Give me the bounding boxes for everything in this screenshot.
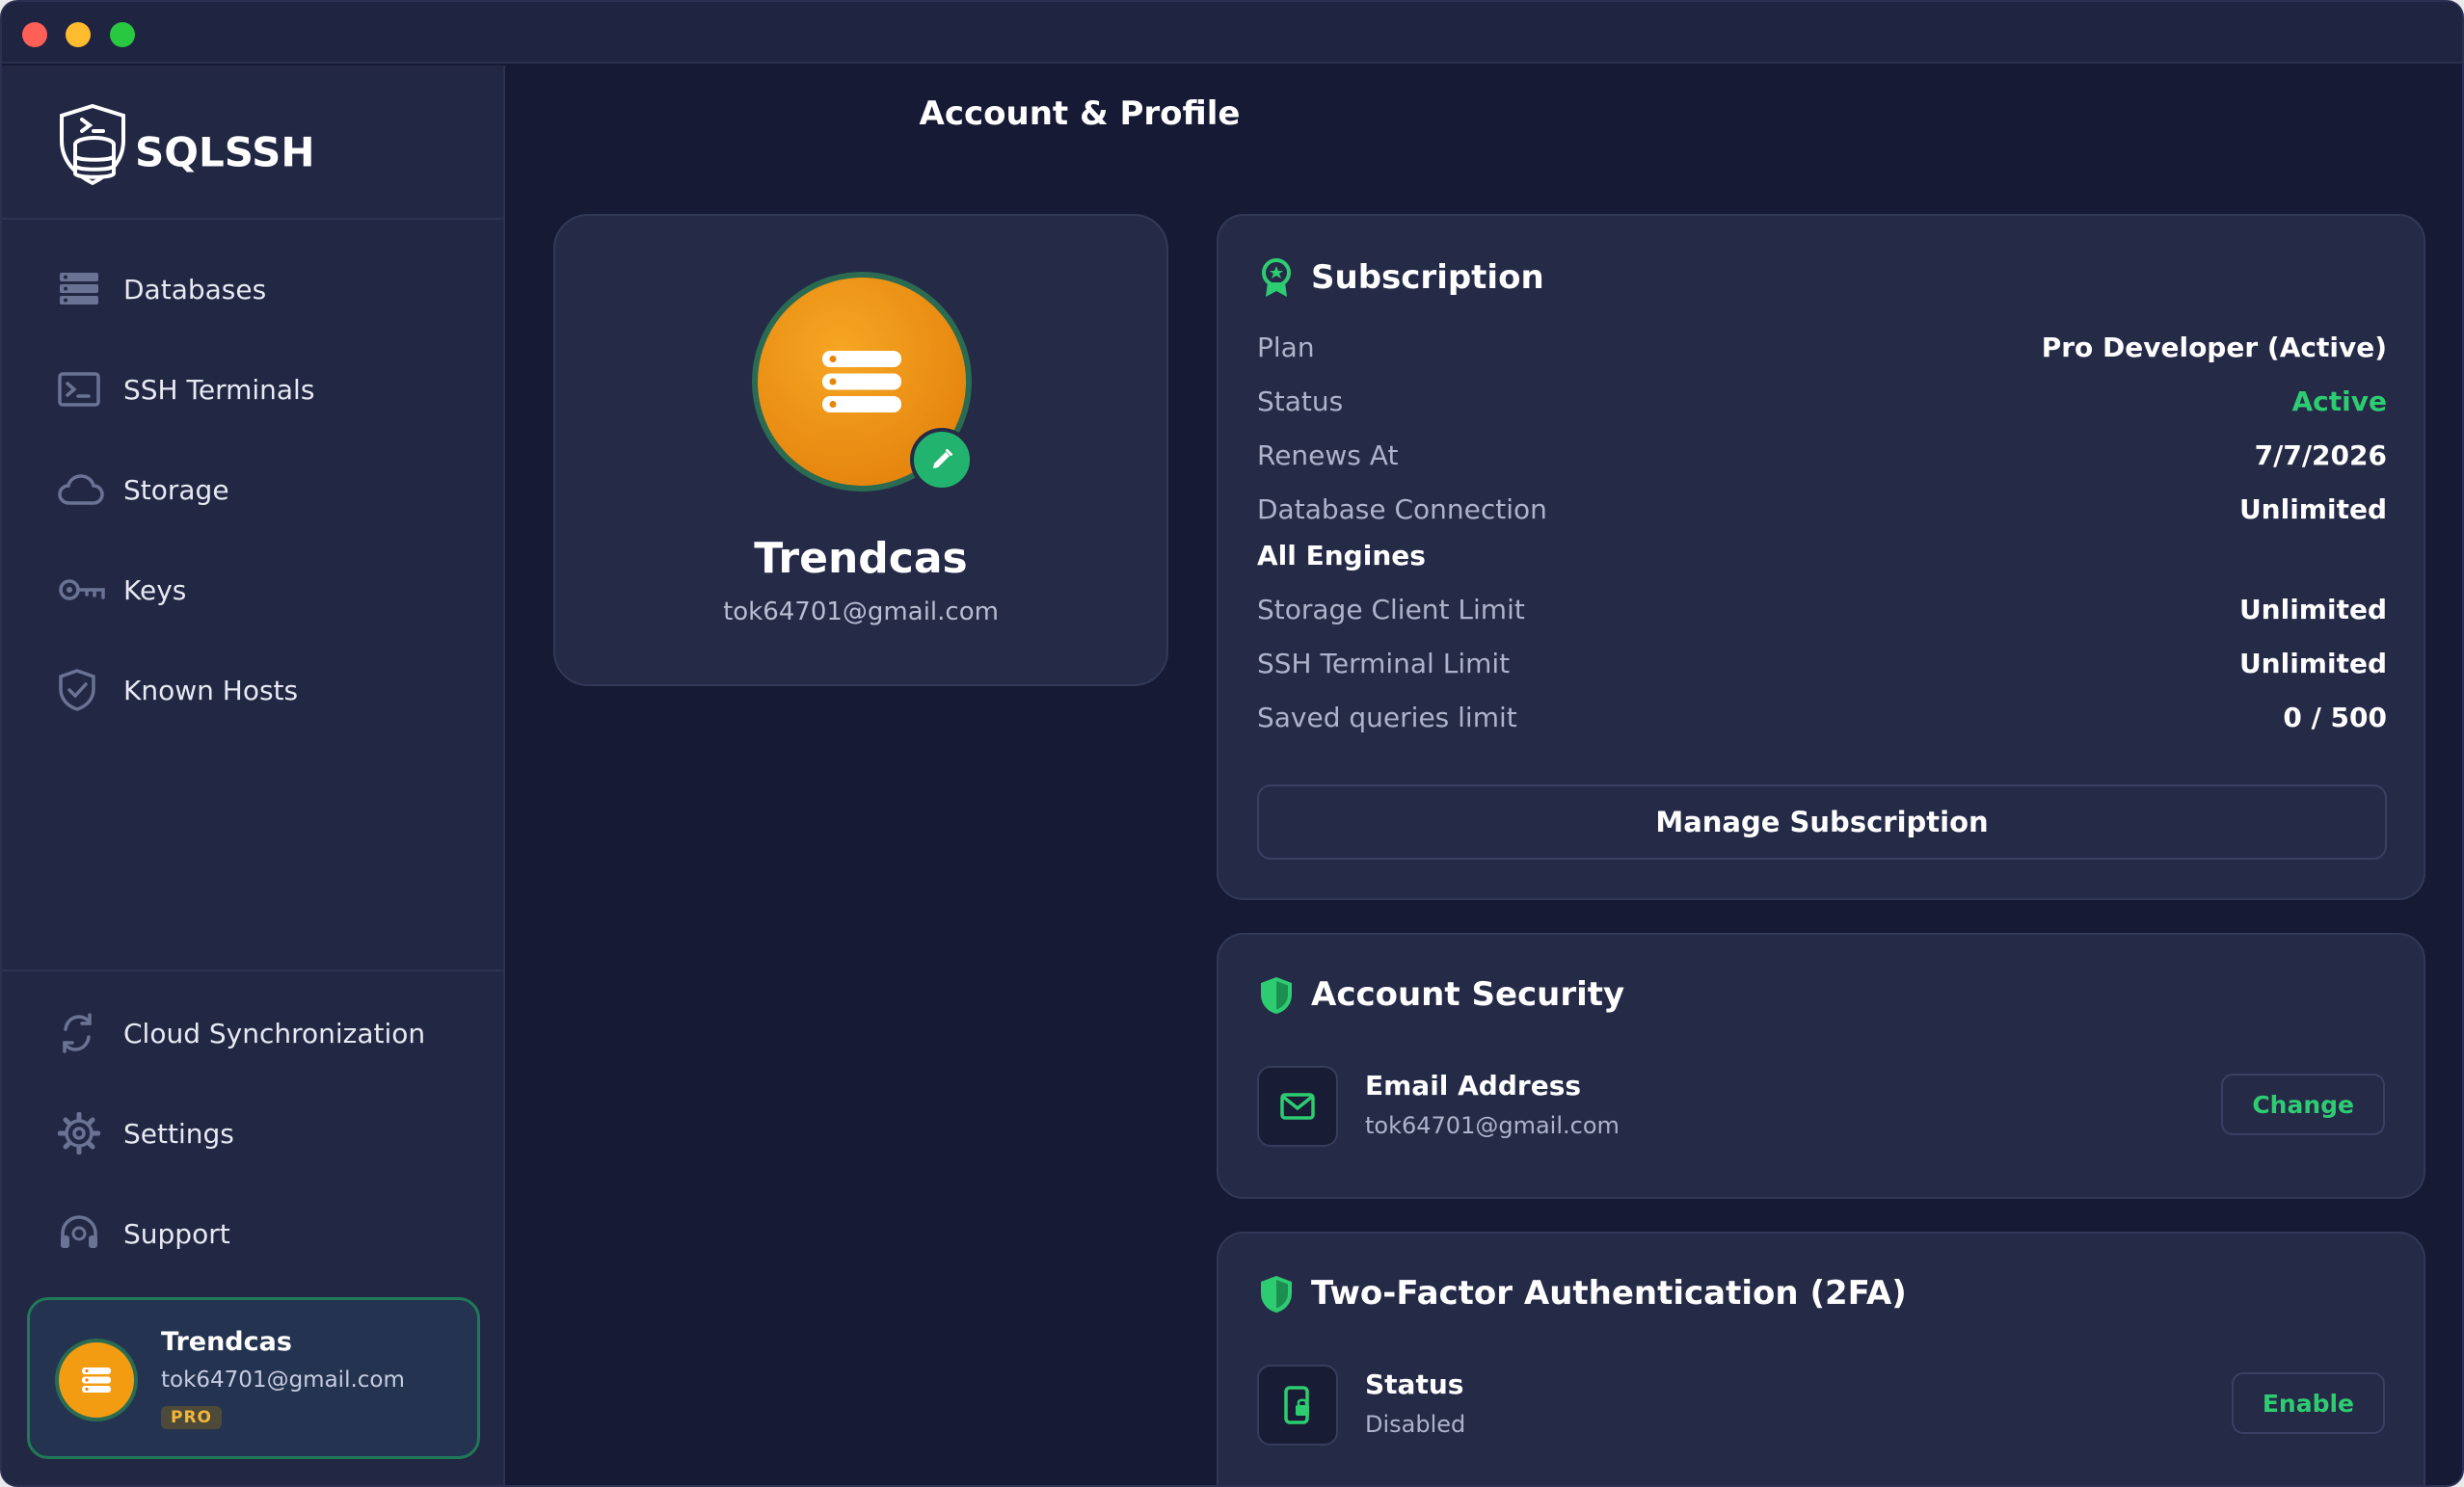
shield-icon bbox=[1261, 1276, 1292, 1313]
email-address-value: tok64701@gmail.com bbox=[1365, 1112, 1620, 1139]
row-key: Saved queries limit bbox=[1257, 702, 1517, 733]
sidebar-item-label: Support bbox=[123, 1217, 230, 1250]
subscription-row-status: Status Active bbox=[1257, 385, 2387, 424]
sidebar-item-known-hosts[interactable]: Known Hosts bbox=[40, 651, 465, 729]
row-value: 7/7/2026 bbox=[2254, 439, 2387, 471]
server-icon bbox=[822, 351, 901, 412]
profile-card: Trendcas tok64701@gmail.com bbox=[553, 214, 1168, 686]
sidebar-item-label: Cloud Synchronization bbox=[123, 1017, 426, 1049]
sidebar-user-name: Trendcas bbox=[161, 1327, 292, 1357]
subscription-title: Subscription bbox=[1311, 258, 1544, 297]
sidebar-user-card[interactable]: Trendcas tok64701@gmail.com PRO bbox=[27, 1297, 480, 1459]
close-window-button[interactable] bbox=[22, 22, 47, 47]
pencil-icon bbox=[933, 449, 952, 468]
key-icon bbox=[40, 574, 123, 605]
subscription-row-storage: Storage Client Limit Unlimited bbox=[1257, 594, 2387, 632]
status-value: Active bbox=[2291, 385, 2388, 417]
account-security-title: Account Security bbox=[1311, 975, 1625, 1014]
sidebar-item-settings[interactable]: Settings bbox=[40, 1095, 465, 1172]
sidebar-divider bbox=[2, 969, 503, 971]
profile-email: tok64701@gmail.com bbox=[723, 597, 999, 626]
sidebar-item-label: Known Hosts bbox=[123, 674, 299, 706]
sidebar-item-label: Storage bbox=[123, 473, 229, 506]
sidebar-item-storage[interactable]: Storage bbox=[40, 451, 465, 528]
page-title-wrap: Account & Profile bbox=[920, 94, 1915, 133]
sidebar-item-cloud-synchronization[interactable]: Cloud Synchronization bbox=[40, 995, 465, 1072]
twofa-tile bbox=[1257, 1365, 1338, 1446]
shield-check-icon bbox=[40, 669, 123, 711]
email-address-label: Email Address bbox=[1365, 1070, 1582, 1102]
enable-2fa-button[interactable]: Enable bbox=[2231, 1372, 2385, 1434]
row-key: SSH Terminal Limit bbox=[1257, 648, 1511, 679]
plan-badge: PRO bbox=[161, 1406, 223, 1429]
mail-icon bbox=[1280, 1093, 1315, 1120]
phone-lock-icon bbox=[1284, 1386, 1309, 1424]
sidebar-item-support[interactable]: Support bbox=[40, 1195, 465, 1272]
row-key: Status bbox=[1257, 385, 1344, 417]
cloud-icon bbox=[40, 473, 123, 506]
title-bar bbox=[2, 2, 2462, 64]
sidebar-item-label: Databases bbox=[123, 273, 267, 305]
sidebar-item-label: SSH Terminals bbox=[123, 373, 315, 406]
manage-subscription-button[interactable]: Manage Subscription bbox=[1257, 784, 2387, 860]
change-email-button[interactable]: Change bbox=[2221, 1074, 2385, 1135]
row-value: Unlimited bbox=[2238, 648, 2387, 679]
sidebar-item-label: Keys bbox=[123, 573, 187, 606]
sidebar-item-ssh-terminals[interactable]: SSH Terminals bbox=[40, 351, 465, 428]
subscription-row-saved-queries: Saved queries limit 0 / 500 bbox=[1257, 702, 2387, 740]
twofa-status-label: Status bbox=[1365, 1368, 1464, 1400]
subscription-row-db-connection: Database Connection Unlimited bbox=[1257, 493, 2387, 532]
subscription-row-plan: Plan Pro Developer (Active) bbox=[1257, 332, 2387, 370]
terminal-icon bbox=[40, 372, 123, 407]
minimize-window-button[interactable] bbox=[66, 22, 91, 47]
gear-icon bbox=[40, 1112, 123, 1155]
row-key: Plan bbox=[1257, 332, 1315, 363]
subscription-panel: Subscription Plan Pro Developer (Active)… bbox=[1217, 214, 2425, 900]
app-name: SQLSSH bbox=[135, 128, 315, 176]
sidebar-user-email: tok64701@gmail.com bbox=[161, 1368, 405, 1393]
profile-name: Trendcas bbox=[754, 534, 968, 583]
row-value: Unlimited bbox=[2238, 594, 2387, 625]
two-factor-panel: Two-Factor Authentication (2FA) Status D… bbox=[1217, 1232, 2425, 1485]
row-value: 0 / 500 bbox=[2283, 702, 2387, 733]
engines-label: All Engines bbox=[1257, 540, 1426, 571]
row-value: Pro Developer (Active) bbox=[2041, 332, 2387, 363]
row-key: Storage Client Limit bbox=[1257, 594, 1525, 625]
edit-avatar-button[interactable] bbox=[910, 428, 974, 491]
row-key: Database Connection bbox=[1257, 493, 1547, 525]
avatar bbox=[55, 1339, 138, 1421]
sidebar: SQLSSH Databases SSH Terminals Storage K… bbox=[2, 66, 505, 1485]
sync-icon bbox=[40, 1012, 123, 1054]
award-icon bbox=[1262, 258, 1291, 297]
sidebar-item-label: Settings bbox=[123, 1117, 234, 1150]
sidebar-item-keys[interactable]: Keys bbox=[40, 551, 465, 628]
shield-icon bbox=[1261, 977, 1292, 1014]
sidebar-divider bbox=[2, 218, 503, 220]
page-title: Account & Profile bbox=[919, 94, 1241, 133]
row-value: Unlimited bbox=[2238, 493, 2387, 525]
database-icon bbox=[40, 271, 123, 307]
subscription-row-ssh: SSH Terminal Limit Unlimited bbox=[1257, 648, 2387, 686]
two-factor-title: Two-Factor Authentication (2FA) bbox=[1311, 1274, 1907, 1313]
app-window: SQLSSH Databases SSH Terminals Storage K… bbox=[0, 0, 2464, 1487]
server-icon bbox=[82, 1368, 111, 1393]
zoom-window-button[interactable] bbox=[110, 22, 135, 47]
brand-logo: SQLSSH bbox=[56, 102, 345, 189]
sidebar-item-databases[interactable]: Databases bbox=[40, 251, 465, 328]
headset-icon bbox=[40, 1214, 123, 1253]
sqlssh-logo-icon bbox=[60, 103, 125, 186]
twofa-status-value: Disabled bbox=[1365, 1411, 1466, 1438]
subscription-row-renews: Renews At 7/7/2026 bbox=[1257, 439, 2387, 478]
email-tile bbox=[1257, 1066, 1338, 1147]
account-security-panel: Account Security Email Address tok64701@… bbox=[1217, 933, 2425, 1199]
row-key: Renews At bbox=[1257, 439, 1399, 471]
